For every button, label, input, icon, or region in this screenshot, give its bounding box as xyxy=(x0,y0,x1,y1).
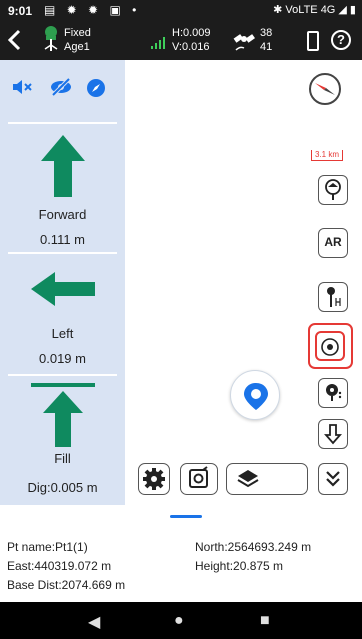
fill-arrow-icon xyxy=(0,383,125,449)
signal-icon xyxy=(151,36,167,54)
download-arrow-button[interactable] xyxy=(318,419,348,449)
age-value: Age1 xyxy=(64,41,90,53)
stakeout-guidance-panel: Forward 0.111 m Left 0.019 m Fill Dig:0.… xyxy=(0,60,125,505)
point-target-button[interactable] xyxy=(318,175,348,205)
system-nav-bar: ◀ ● ■ xyxy=(0,602,362,639)
nav-back-icon[interactable]: ◀ xyxy=(88,612,100,632)
satellite-counts: 38 41 xyxy=(260,26,272,54)
back-icon[interactable] xyxy=(6,28,24,57)
forward-value: 0.111 m xyxy=(39,232,86,247)
status-time: 9:01 xyxy=(8,4,33,18)
page-indicator xyxy=(170,515,202,518)
panel-divider xyxy=(8,374,117,376)
arrow-up-icon xyxy=(0,135,125,199)
target-center-button[interactable] xyxy=(315,331,345,361)
h-precision: H:0.009 xyxy=(172,27,211,39)
eye-off-icon[interactable] xyxy=(50,77,72,101)
left-guide: Left 0.019 m xyxy=(0,272,125,366)
height-value: Height:20.875 m xyxy=(195,559,284,573)
forward-guide: Forward 0.111 m xyxy=(0,135,125,247)
pt-name: Pt name:Pt1(1) xyxy=(7,540,88,554)
status-bar: 9:01 ▤ ✹ ✹ ▣ • ✱ VoLTE 4G ◢ ▮ xyxy=(0,0,362,22)
gnss-fix-icon[interactable] xyxy=(42,25,60,55)
fix-status: Fixed xyxy=(64,27,91,39)
fix-status-block: Fixed Age1 xyxy=(64,26,91,54)
north-value: North:2564693.249 m xyxy=(195,540,312,554)
panel-toggle-icons xyxy=(0,60,125,122)
mute-icon[interactable] xyxy=(12,78,34,101)
dig-value: Dig:0.005 m xyxy=(27,480,98,495)
nav-home-icon[interactable]: ● xyxy=(174,612,184,630)
camera-settings-icon[interactable] xyxy=(180,463,218,495)
v-precision: V:0.016 xyxy=(172,41,210,53)
nav-recents-icon[interactable]: ■ xyxy=(260,612,270,630)
east-value: East:440319.072 m xyxy=(7,559,112,573)
fill-guide: Fill Dig:0.005 m xyxy=(0,383,125,495)
double-chevron-down-icon[interactable] xyxy=(318,463,348,495)
map-scale: 3.1 km xyxy=(311,150,343,161)
system-indicators: ✱ VoLTE 4G ◢ ▮ xyxy=(273,4,356,16)
point-nearby-button[interactable] xyxy=(318,378,348,408)
help-icon[interactable]: ? xyxy=(331,30,351,50)
my-location-button[interactable] xyxy=(230,370,280,420)
layers-icon[interactable] xyxy=(226,463,308,495)
panel-divider xyxy=(8,122,117,124)
gear-icon[interactable] xyxy=(138,463,170,495)
point-info-panel: Pt name:Pt1(1) North:2564693.249 m East:… xyxy=(0,532,362,602)
ar-button[interactable]: AR xyxy=(318,228,348,258)
compass-icon[interactable] xyxy=(86,78,106,103)
sat-used: 38 xyxy=(260,27,273,39)
arrow-left-icon xyxy=(0,272,125,312)
fill-label: Fill xyxy=(54,451,71,466)
base-dist: Base Dist:2074.669 m xyxy=(7,578,126,592)
left-label: Left xyxy=(51,326,74,341)
left-value: 0.019 m xyxy=(39,351,86,366)
panel-divider xyxy=(8,252,117,254)
battery-icon[interactable] xyxy=(307,31,319,51)
sat-visible: 41 xyxy=(260,41,273,53)
precision-block: H:0.009 V:0.016 xyxy=(172,26,211,54)
forward-label: Forward xyxy=(38,207,87,222)
satellite-icon[interactable] xyxy=(232,28,258,57)
screen: 9:01 ▤ ✹ ✹ ▣ • ✱ VoLTE 4G ◢ ▮ Fixed Age1 xyxy=(0,0,362,639)
north-compass-icon[interactable] xyxy=(309,73,341,105)
gnss-top-bar: Fixed Age1 H:0.009 V:0.016 38 41 ? xyxy=(0,22,362,60)
pole-height-button[interactable] xyxy=(318,282,348,312)
ar-label: AR xyxy=(324,235,342,249)
notification-icons: ▤ ✹ ✹ ▣ • xyxy=(44,3,141,17)
